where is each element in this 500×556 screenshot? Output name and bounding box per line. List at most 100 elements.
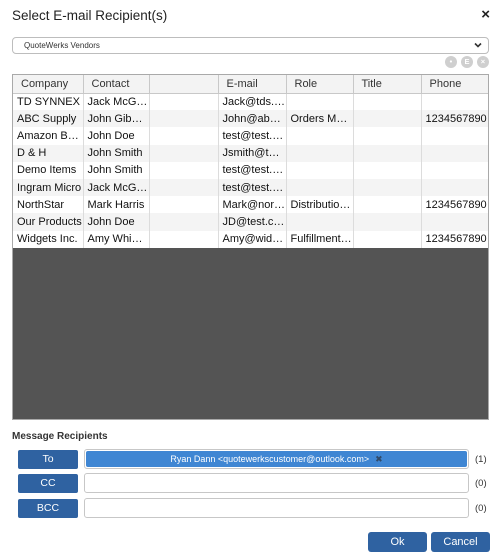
to-field[interactable]: Ryan Dann <quotewerkscustomer@outlook.co… — [84, 449, 469, 469]
cell-phone — [421, 213, 488, 231]
cell-phone — [421, 127, 488, 145]
cell-role: Orders Man… — [286, 110, 354, 128]
ok-button[interactable]: Ok — [368, 532, 427, 552]
cell-contact: Mark Harris — [83, 196, 150, 214]
dialog-title: Select E-mail Recipient(s) — [12, 8, 168, 23]
cell-title — [353, 230, 422, 248]
dialog-titlebar: Select E-mail Recipient(s) × — [0, 0, 500, 32]
grid-toolbar: • E × — [445, 56, 489, 69]
cell-company: ABC Supply — [13, 110, 84, 128]
cell-email: test@test.c… — [218, 127, 287, 145]
cell-role: Fulfillment … — [286, 230, 354, 248]
cell-title — [353, 127, 422, 145]
cell-contact: Jack McGa… — [83, 178, 150, 197]
cell-role — [286, 213, 354, 231]
contact-circle-icon[interactable]: • — [445, 56, 457, 68]
bcc-count: (0) — [475, 503, 487, 514]
cell-company: NorthStar — [13, 196, 84, 214]
cell-role — [286, 127, 354, 145]
table-row[interactable]: Widgets Inc. Amy Whipple Amy@widg… Fulfillm… — [13, 230, 488, 248]
cc-count: (0) — [475, 478, 487, 489]
cell-blank — [149, 127, 219, 145]
cell-title — [353, 93, 422, 111]
cell-email: test@test.c… — [218, 178, 287, 197]
recipient-chip[interactable]: Ryan Dann <quotewerkscustomer@outlook.co… — [86, 451, 467, 467]
cell-role — [286, 144, 354, 162]
column-header-blank[interactable] — [149, 75, 219, 94]
bcc-field[interactable] — [84, 498, 469, 518]
cell-contact: John Smith — [83, 144, 150, 162]
recipient-chip-label: Ryan Dann <quotewerkscustomer@outlook.co… — [170, 454, 370, 464]
remove-recipient-icon[interactable]: ✖ — [375, 454, 383, 464]
edit-circle-icon[interactable]: E — [461, 56, 473, 68]
table-row[interactable]: NorthStar Mark Harris Mark@nort… Distributi… — [13, 196, 488, 214]
table-row[interactable]: Demo Items John Smith test@test.c… — [13, 161, 488, 179]
cell-email: Jack@tds.c… — [218, 93, 287, 111]
cell-title — [353, 144, 422, 162]
chevron-down-icon — [474, 42, 482, 48]
cc-field[interactable] — [84, 473, 469, 493]
cell-contact: John Gibbons — [83, 110, 150, 128]
column-header-company[interactable]: Company — [13, 75, 84, 94]
cell-phone — [421, 93, 488, 111]
cell-company: Widgets Inc. — [13, 230, 84, 248]
column-header-role[interactable]: Role — [286, 75, 354, 94]
cell-title — [353, 178, 422, 197]
contacts-grid[interactable]: Company Contact E-mail Role Title Phone … — [12, 74, 489, 420]
cell-role — [286, 178, 354, 197]
cell-company: Amazon Bu… — [13, 127, 84, 145]
cell-company: D & H — [13, 144, 84, 162]
vendor-source-value: QuoteWerks Vendors — [24, 41, 100, 50]
cell-blank — [149, 161, 219, 179]
cancel-button[interactable]: Cancel — [431, 532, 490, 552]
cell-phone: 1234567890 — [421, 196, 488, 214]
column-header-phone[interactable]: Phone — [421, 75, 488, 94]
table-row[interactable]: Ingram Micro Jack McGa… test@test.c… — [13, 178, 488, 197]
cell-contact: John Doe — [83, 213, 150, 231]
column-header-contact[interactable]: Contact — [83, 75, 150, 94]
cell-phone: 1234567890 — [421, 110, 488, 128]
cell-title — [353, 110, 422, 128]
table-header-row: Company Contact E-mail Role Title Phone — [13, 75, 488, 94]
cell-blank — [149, 178, 219, 197]
table-row[interactable]: D & H John Smith Jsmith@tes… — [13, 144, 488, 162]
close-icon[interactable]: × — [481, 7, 490, 23]
cell-blank — [149, 144, 219, 162]
cc-button[interactable]: CC — [18, 474, 78, 493]
recipients-heading: Message Recipients — [12, 431, 108, 442]
clear-circle-icon[interactable]: × — [477, 56, 489, 68]
cell-role — [286, 161, 354, 179]
table-row[interactable]: Our Products John Doe JD@test.com — [13, 213, 488, 231]
cell-contact: John Doe — [83, 127, 150, 145]
column-header-title[interactable]: Title — [353, 75, 422, 94]
cell-title — [353, 196, 422, 214]
cell-company: Demo Items — [13, 161, 84, 179]
cell-role — [286, 93, 354, 111]
cell-blank — [149, 213, 219, 231]
table-row[interactable]: Amazon Bu… John Doe test@test.c… — [13, 127, 488, 145]
vendor-source-select[interactable]: QuoteWerks Vendors — [12, 37, 489, 54]
cell-email: Mark@nort… — [218, 196, 287, 214]
cell-contact: John Smith — [83, 161, 150, 179]
table-row[interactable]: TD SYNNEX Jack McGa… Jack@tds.c… — [13, 93, 488, 111]
cell-phone: 1234567890 — [421, 230, 488, 248]
table-row[interactable]: ABC Supply John Gibbons John@abc.… Orders M… — [13, 110, 488, 128]
bcc-button[interactable]: BCC — [18, 499, 78, 518]
to-button[interactable]: To — [18, 450, 78, 469]
cell-company: TD SYNNEX — [13, 93, 84, 111]
cell-contact: Amy Whipple — [83, 230, 150, 248]
column-header-email[interactable]: E-mail — [218, 75, 287, 94]
cell-phone — [421, 161, 488, 179]
cell-company: Ingram Micro — [13, 178, 84, 197]
cell-blank — [149, 110, 219, 128]
cell-blank — [149, 93, 219, 111]
cell-role: Distribution … — [286, 196, 354, 214]
cell-email: test@test.c… — [218, 161, 287, 179]
to-count: (1) — [475, 454, 487, 465]
cell-email: John@abc.… — [218, 110, 287, 128]
contacts-table-body: TD SYNNEX Jack McGa… Jack@tds.c… ABC Supply… — [13, 93, 488, 248]
cell-email: Jsmith@tes… — [218, 144, 287, 162]
cell-title — [353, 161, 422, 179]
cell-blank — [149, 230, 219, 248]
cell-company: Our Products — [13, 213, 84, 231]
